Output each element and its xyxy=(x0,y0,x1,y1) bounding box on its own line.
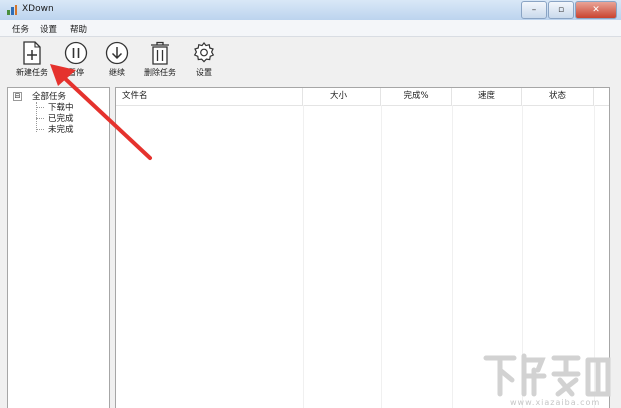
annotation-arrow-icon xyxy=(50,64,152,160)
app-window: XDown – ▫ ✕ 任务 设置 帮助 新建任务 暂停 继续 删除任务 设置 … xyxy=(0,0,621,408)
